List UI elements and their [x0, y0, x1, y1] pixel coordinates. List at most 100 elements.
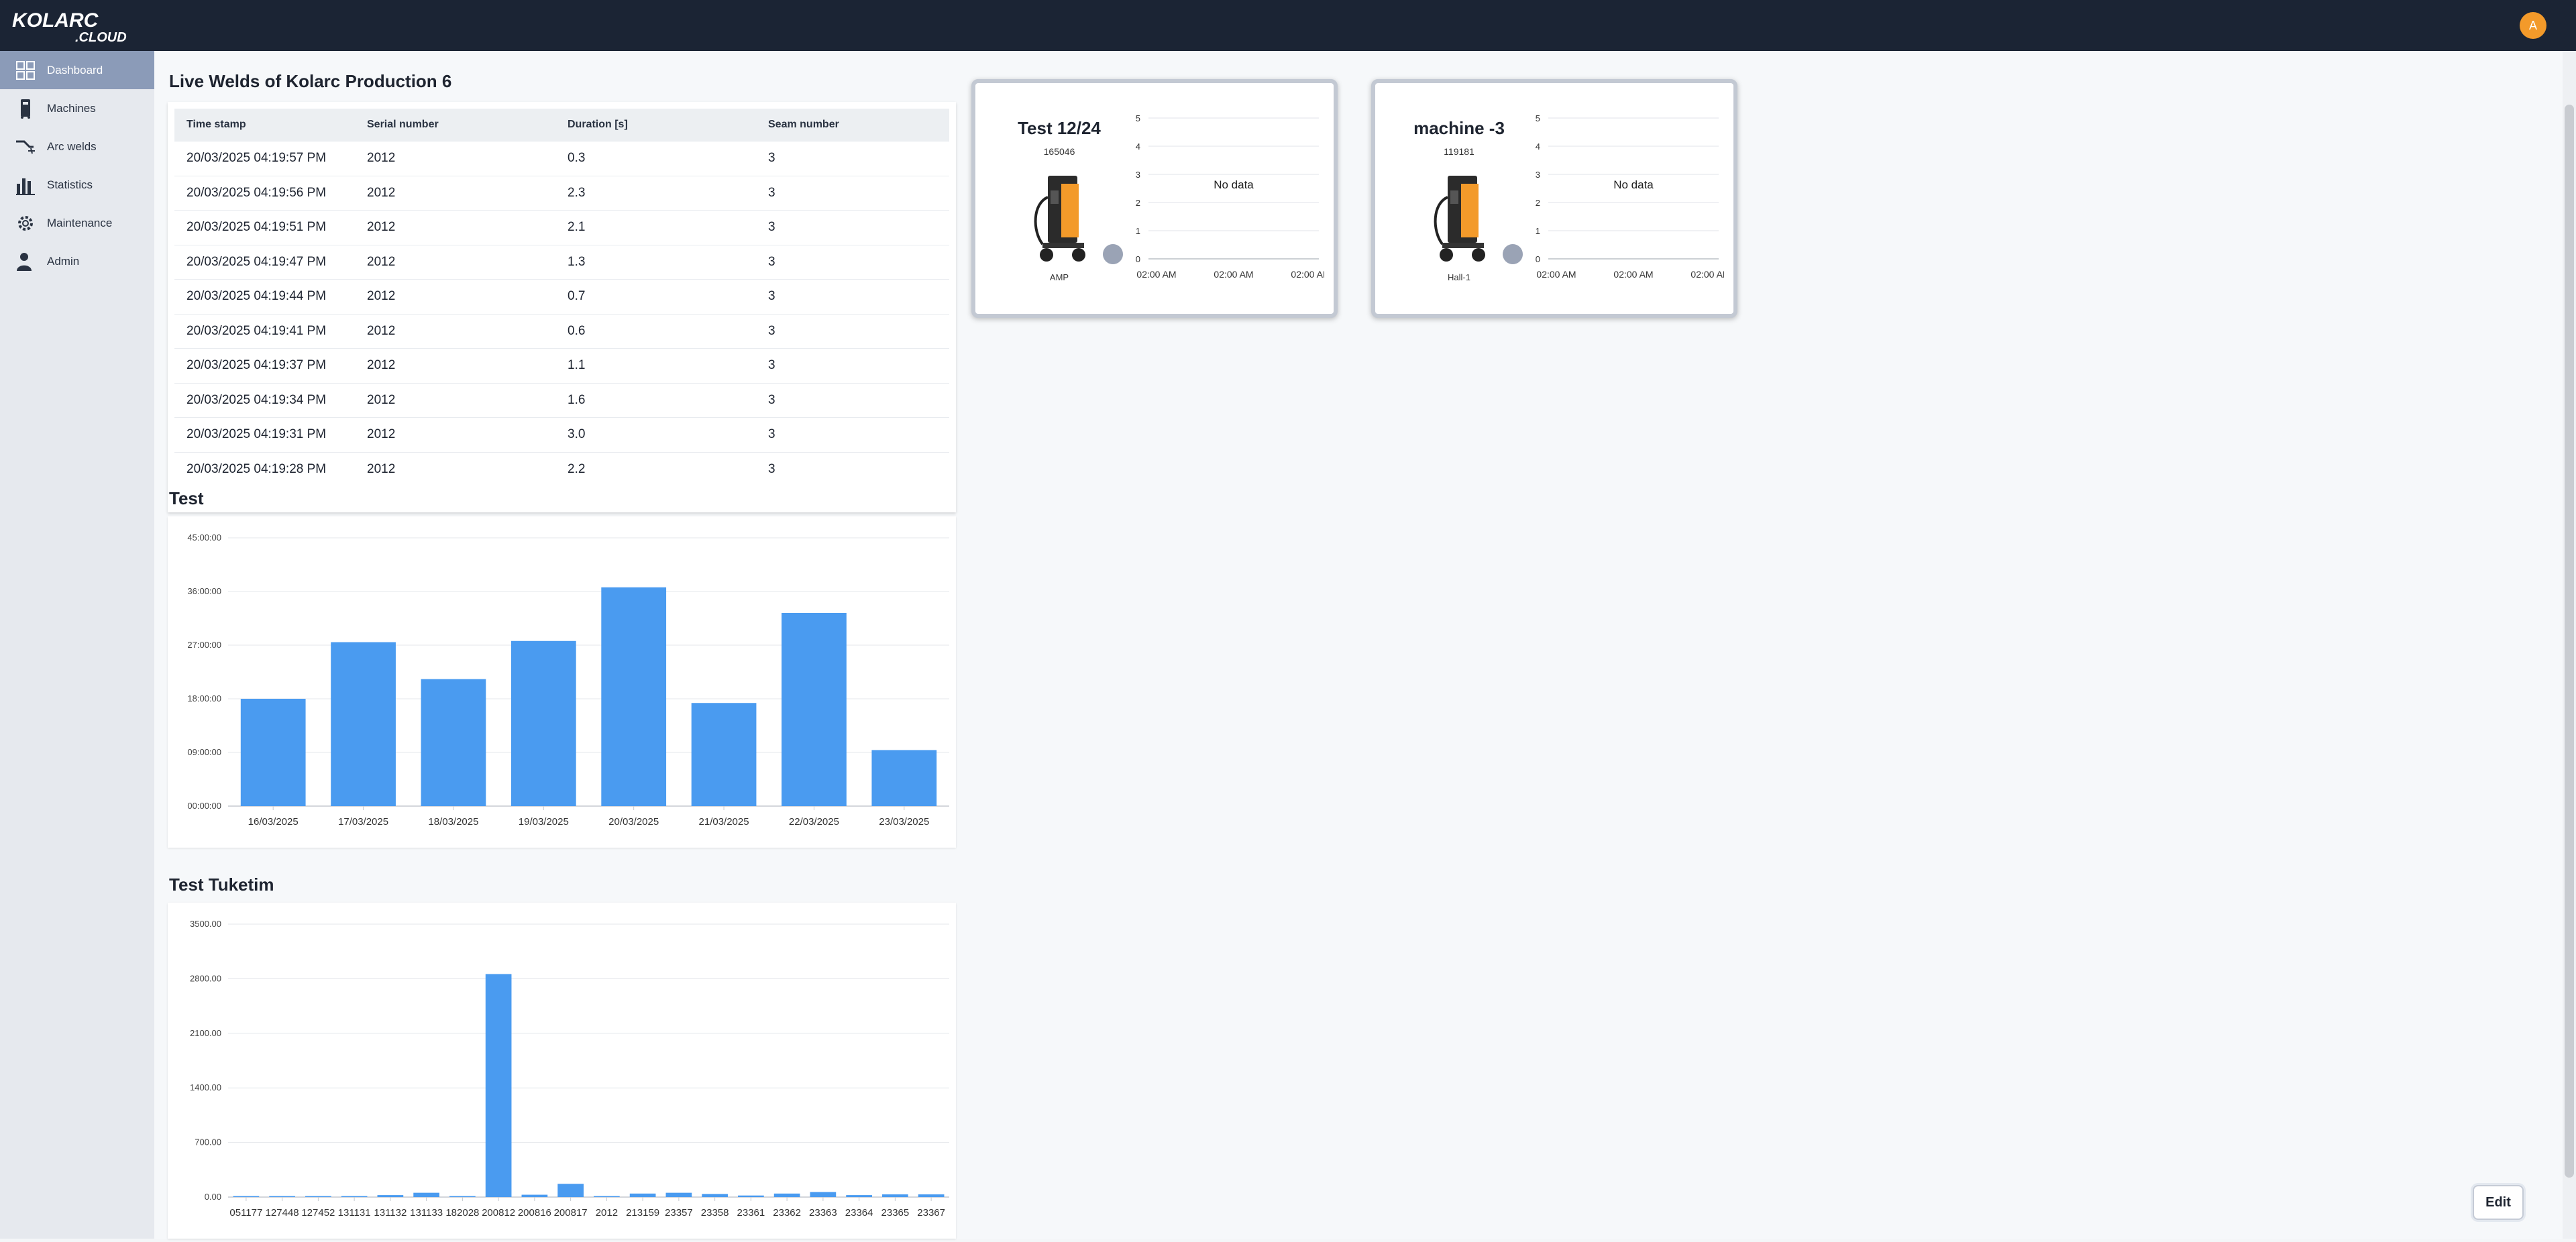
table-row[interactable]: 20/03/2025 04:19:41 PM 2012 0.6 3: [174, 313, 949, 349]
bar[interactable]: [331, 642, 396, 806]
bar[interactable]: [665, 1192, 692, 1197]
bar[interactable]: [233, 1196, 260, 1198]
table-row[interactable]: 20/03/2025 04:19:56 PM 2012 2.3 3: [174, 175, 949, 211]
machine-card-2[interactable]: machine -3 119181 Hall-1 0 1 2 3 4 5 02:00 AM 0…: [1371, 79, 1737, 318]
bar[interactable]: [594, 1196, 620, 1198]
bar[interactable]: [918, 1194, 945, 1197]
sidebar-item-statistics[interactable]: Statistics: [0, 166, 154, 204]
x-tick-label: 23362: [773, 1207, 801, 1219]
cell-serial: 2012: [355, 279, 555, 314]
column-header-serial[interactable]: Serial number: [355, 109, 555, 142]
sidebar-item-maintenance[interactable]: Maintenance: [0, 204, 154, 242]
cell-timestamp: 20/03/2025 04:19:44 PM: [174, 279, 355, 314]
machine-location: Hall-1: [1448, 272, 1470, 282]
bar[interactable]: [810, 1192, 837, 1197]
machine-location: AMP: [1049, 272, 1069, 282]
bar[interactable]: [240, 699, 306, 806]
bar-chart-icon: [16, 178, 35, 195]
x-tick-label: 23357: [665, 1207, 693, 1219]
bar[interactable]: [846, 1195, 872, 1197]
column-header-timestamp[interactable]: Time stamp: [174, 109, 355, 142]
y-tick-label: 5: [1536, 113, 1540, 123]
bar[interactable]: [782, 613, 847, 806]
bar[interactable]: [449, 1196, 476, 1198]
bar[interactable]: [305, 1196, 331, 1198]
cell-seam: 3: [756, 175, 949, 211]
bar[interactable]: [882, 1194, 908, 1197]
machine-card-1[interactable]: Test 12/24 165046 AMP 0 1 2 3 4 5 02:00 AM 02:0…: [971, 79, 1338, 318]
table-row[interactable]: 20/03/2025 04:19:57 PM 2012 0.3 3: [174, 141, 949, 176]
x-tick-label: 213159: [626, 1207, 659, 1219]
gear-wrench-icon: [18, 215, 33, 231]
bar[interactable]: [377, 1195, 404, 1197]
main-content: Live Welds of Kolarc Production 6 Time s…: [154, 51, 2563, 1239]
cell-serial: 2012: [355, 210, 555, 245]
cell-seam: 3: [756, 244, 949, 280]
bar[interactable]: [702, 1194, 728, 1197]
bar[interactable]: [557, 1184, 584, 1197]
bar[interactable]: [341, 1196, 368, 1198]
cell-timestamp: 20/03/2025 04:19:47 PM: [174, 244, 355, 280]
bar[interactable]: [521, 1194, 548, 1197]
bar[interactable]: [413, 1192, 439, 1197]
cell-duration: 3.0: [555, 417, 756, 452]
cell-duration: 0.6: [555, 313, 756, 349]
table-row[interactable]: 20/03/2025 04:19:31 PM 2012 3.0 3: [174, 417, 949, 452]
cell-seam: 3: [756, 313, 949, 349]
bar[interactable]: [629, 1193, 656, 1197]
bar[interactable]: [773, 1193, 800, 1197]
x-tick-label: 17/03/2025: [338, 816, 388, 828]
table-row[interactable]: 20/03/2025 04:19:34 PM 2012 1.6 3: [174, 382, 949, 418]
cell-seam: 3: [756, 141, 949, 176]
cell-seam: 3: [756, 382, 949, 418]
sidebar-item-machines[interactable]: Machines: [0, 89, 154, 127]
bar[interactable]: [691, 703, 757, 806]
admin-user-icon: [17, 252, 32, 271]
kolarc-logo[interactable]: KOLARC .CLOUD: [12, 8, 140, 44]
column-header-duration[interactable]: Duration [s]: [555, 109, 756, 142]
edit-button[interactable]: Edit: [2473, 1185, 2524, 1220]
y-tick-label: 4: [1536, 142, 1540, 152]
machine-live-chart: 0 1 2 3 4 5 02:00 AM 02:00 AM 02:00 AM No data: [1136, 113, 1324, 280]
y-tick-label: 09:00:00: [187, 747, 221, 757]
cell-duration: 1.3: [555, 244, 756, 280]
table-row[interactable]: 20/03/2025 04:19:37 PM 2012 1.1 3: [174, 348, 949, 383]
machine-name: machine -3: [1413, 118, 1505, 138]
sidebar-item-arc-welds[interactable]: Arc welds: [0, 127, 154, 166]
cell-timestamp: 20/03/2025 04:19:41 PM: [174, 313, 355, 349]
machine-serial: 119181: [1444, 146, 1474, 157]
table-row[interactable]: 20/03/2025 04:19:44 PM 2012 0.7 3: [174, 279, 949, 314]
cell-duration: 0.3: [555, 141, 756, 176]
bar[interactable]: [269, 1196, 295, 1198]
x-tick-label: 02:00 AM: [1136, 269, 1176, 280]
bar[interactable]: [485, 974, 512, 1197]
x-tick-label: 200816: [518, 1207, 551, 1219]
dashboard-grid-icon: [16, 60, 35, 80]
y-tick-label: 3: [1536, 170, 1540, 180]
table-row[interactable]: 20/03/2025 04:19:47 PM 2012 1.3 3: [174, 244, 949, 280]
cell-timestamp: 20/03/2025 04:19:34 PM: [174, 382, 355, 418]
vertical-scrollbar[interactable]: [2563, 51, 2576, 1239]
cell-seam: 3: [756, 417, 949, 452]
x-tick-label: 18/03/2025: [428, 816, 478, 828]
bar[interactable]: [421, 679, 486, 806]
bar[interactable]: [738, 1195, 764, 1197]
scrollbar-thumb[interactable]: [2565, 105, 2574, 1178]
bar[interactable]: [871, 750, 937, 806]
column-header-seam[interactable]: Seam number: [756, 109, 949, 142]
cell-serial: 2012: [355, 244, 555, 280]
sidebar-item-admin[interactable]: Admin: [0, 242, 154, 280]
bar[interactable]: [511, 640, 576, 806]
y-tick-label: 3500.00: [190, 919, 221, 929]
bar[interactable]: [601, 587, 667, 806]
table-row[interactable]: 20/03/2025 04:19:51 PM 2012 2.1 3: [174, 210, 949, 245]
user-avatar[interactable]: A: [2520, 12, 2546, 39]
x-tick-label: 127448: [266, 1207, 299, 1219]
x-tick-label: 22/03/2025: [789, 816, 839, 828]
chart-test-tuketim-title: Test Tuketim: [169, 874, 274, 895]
chart-test-tuketim: 0.00 700.00 1400.00 2100.00 2800.00 3500.00 05…: [190, 919, 949, 1219]
cell-serial: 2012: [355, 313, 555, 349]
table-row[interactable]: 20/03/2025 04:19:28 PM 2012 2.2 3: [174, 451, 949, 486]
sidebar-item-dashboard[interactable]: Dashboard: [0, 51, 154, 89]
y-tick-label: 5: [1136, 113, 1140, 123]
